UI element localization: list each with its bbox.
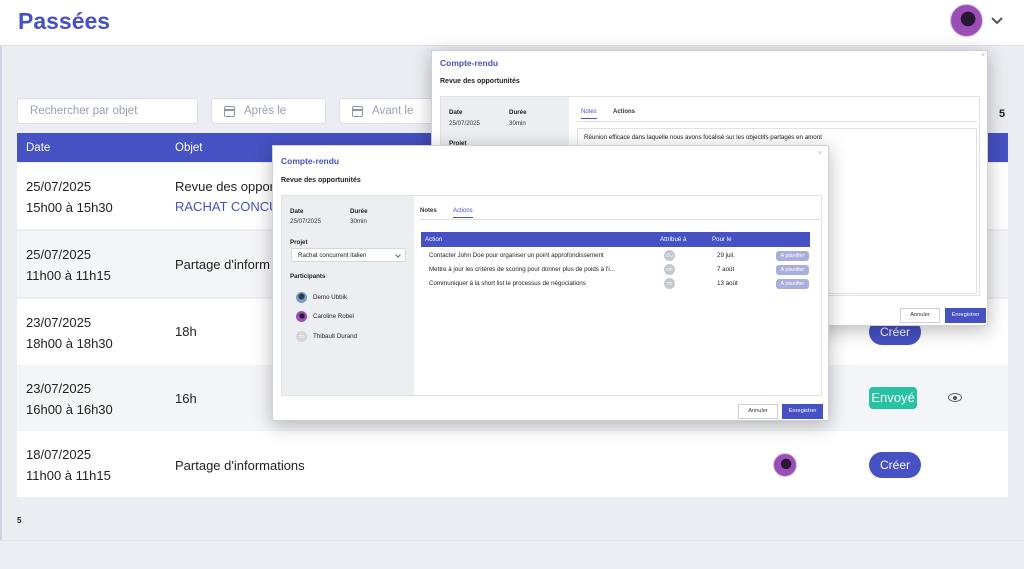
modal-body: Date 25/07/2025 Durée 30min Projet Racha… — [281, 195, 822, 396]
row-date: 23/07/2025 16h00 à 16h30 — [26, 381, 113, 417]
tabs-panel: Notes Actions Action Attribué à Pour le … — [420, 196, 823, 396]
participant-name: Thibault Durand — [313, 333, 358, 340]
save-button[interactable]: Enregistrer — [782, 404, 823, 419]
participants-label: Participants — [290, 273, 326, 280]
close-icon[interactable]: × — [981, 52, 985, 59]
duration-label: Durée — [350, 208, 368, 215]
calendar-icon — [352, 106, 363, 117]
action-row[interactable]: Contacter John Doe pour organiser un poi… — [421, 249, 810, 263]
search-input[interactable]: Rechercher par objet — [17, 98, 198, 124]
column-date: Date — [26, 142, 51, 154]
participant-avatar — [773, 453, 797, 477]
create-button[interactable]: Créer — [869, 452, 921, 478]
row-objet: 18h — [175, 324, 197, 339]
before-date-placeholder: Avant le — [372, 105, 414, 117]
modal-title: Compte-rendu — [281, 156, 340, 166]
modal-title: Compte-rendu — [440, 58, 499, 68]
cancel-button[interactable]: Annuler — [738, 404, 778, 419]
column-due: Pour le — [712, 236, 732, 243]
cancel-button[interactable]: Annuler — [900, 308, 940, 323]
top-bar: Passées — [0, 0, 1024, 46]
duration-value: 30min — [350, 218, 367, 225]
participant-name: Caroline Robel — [313, 313, 354, 320]
action-due: 7 août — [717, 266, 735, 273]
row-date: 25/07/2025 11h00 à 11h15 — [26, 247, 111, 283]
user-avatar[interactable] — [950, 4, 983, 37]
project-value: Rachat concurrent italien — [298, 252, 367, 259]
action-text: Communiquer à la short list le processus… — [429, 280, 586, 287]
footer-band — [0, 540, 1024, 569]
table-row[interactable]: 18/07/2025 11h00 à 11h15 Partage d'inform… — [17, 431, 1008, 497]
action-row[interactable]: Mettre à jour les critères de scoring po… — [421, 263, 810, 277]
duration-value: 30min — [509, 120, 526, 127]
status-badge[interactable]: A planifier — [776, 251, 809, 261]
row-objet: Partage d'inform — [175, 257, 270, 272]
save-button[interactable]: Enregistrer — [945, 308, 986, 323]
tab-notes[interactable]: Notes — [420, 208, 437, 214]
page-left-border — [0, 0, 2, 569]
row-objet: 16h — [175, 391, 197, 406]
column-objet: Objet — [175, 142, 203, 154]
date-label: Date — [449, 109, 463, 116]
after-date-placeholder: Après le — [244, 105, 287, 117]
action-text: Contacter John Doe pour organiser un poi… — [429, 252, 604, 259]
participant-avatar: TD — [296, 331, 307, 342]
tab-divider — [420, 219, 820, 220]
assignee-avatar: TD — [664, 278, 675, 289]
action-due: 29 juil. — [717, 252, 735, 259]
project-label: Projet — [290, 239, 308, 246]
assignee-avatar: CR — [664, 264, 675, 275]
sent-badge: Envoyé — [869, 387, 917, 409]
action-text: Mettre à jour les critères de scoring po… — [429, 266, 615, 273]
status-badge[interactable]: A planifier — [776, 279, 809, 289]
close-icon[interactable]: × — [818, 150, 822, 157]
pagination-count: 5 — [17, 516, 22, 525]
project-select[interactable]: Rachat concurrent italien — [291, 248, 406, 262]
row-date: 25/07/2025 15h00 à 15h30 — [26, 179, 113, 215]
participant-avatar — [296, 311, 307, 322]
assignee-avatar: DU — [664, 250, 675, 261]
tab-notes[interactable]: Notes — [581, 109, 597, 119]
tab-actions[interactable]: Actions — [613, 109, 635, 115]
column-action: Action — [425, 236, 443, 243]
participant-name: Demo Ubbik — [313, 294, 348, 301]
date-value: 25/07/2025 — [449, 120, 480, 127]
participant-avatar — [296, 292, 307, 303]
date-value: 25/07/2025 — [290, 218, 321, 225]
status-badge[interactable]: A planifier — [776, 265, 809, 275]
column-assignee: Attribué à — [660, 236, 687, 243]
after-date-filter[interactable]: Après le — [211, 98, 326, 124]
before-date-filter[interactable]: Avant le — [339, 98, 439, 124]
result-count: 5 — [999, 108, 1006, 120]
eye-icon[interactable] — [948, 393, 962, 402]
modal-subtitle: Revue des opportunités — [440, 78, 520, 85]
row-date: 18/07/2025 11h00 à 11h15 — [26, 447, 111, 483]
modal-subtitle: Revue des opportunités — [281, 177, 361, 184]
calendar-icon — [224, 106, 235, 117]
actions-table-header: Action Attribué à Pour le — [421, 232, 810, 247]
row-project: RACHAT CONCU — [175, 199, 279, 214]
tab-divider — [577, 121, 977, 122]
action-due: 13 août — [717, 280, 738, 287]
action-row[interactable]: Communiquer à la short list le processus… — [421, 277, 810, 291]
row-date: 23/07/2025 18h00 à 18h30 — [26, 315, 113, 351]
row-objet: Revue des oppor RACHAT CONCU — [175, 179, 279, 214]
page-title: Passées — [18, 8, 111, 34]
report-modal[interactable]: Compte-rendu × Revue des opportunités Da… — [272, 145, 829, 421]
date-label: Date — [290, 208, 304, 215]
notes-text: Réunion efficace dans laquelle nous avon… — [584, 134, 822, 141]
duration-label: Durée — [509, 109, 527, 116]
tab-actions[interactable]: Actions — [453, 208, 473, 218]
chevron-down-icon[interactable] — [989, 13, 1005, 29]
chevron-down-icon — [395, 252, 401, 258]
row-objet: Partage d'informations — [175, 458, 305, 473]
